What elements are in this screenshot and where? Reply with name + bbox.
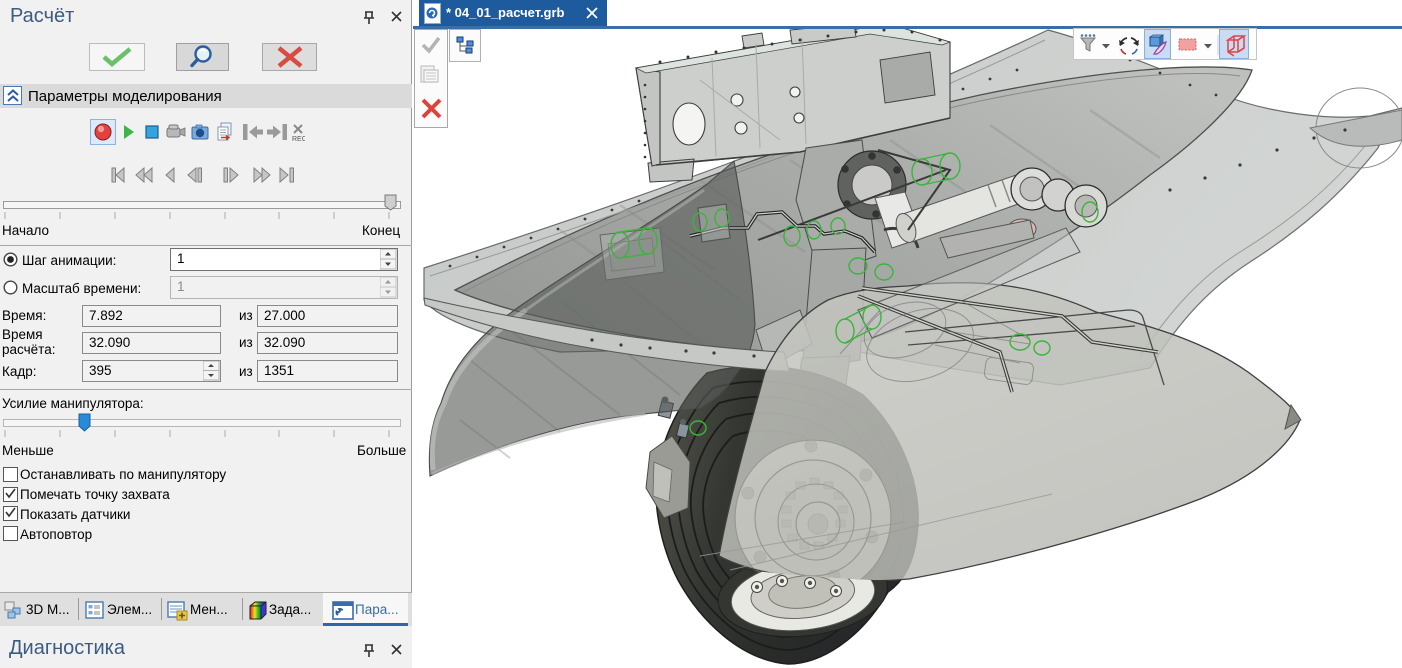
svg-text:REC: REC	[292, 136, 305, 143]
